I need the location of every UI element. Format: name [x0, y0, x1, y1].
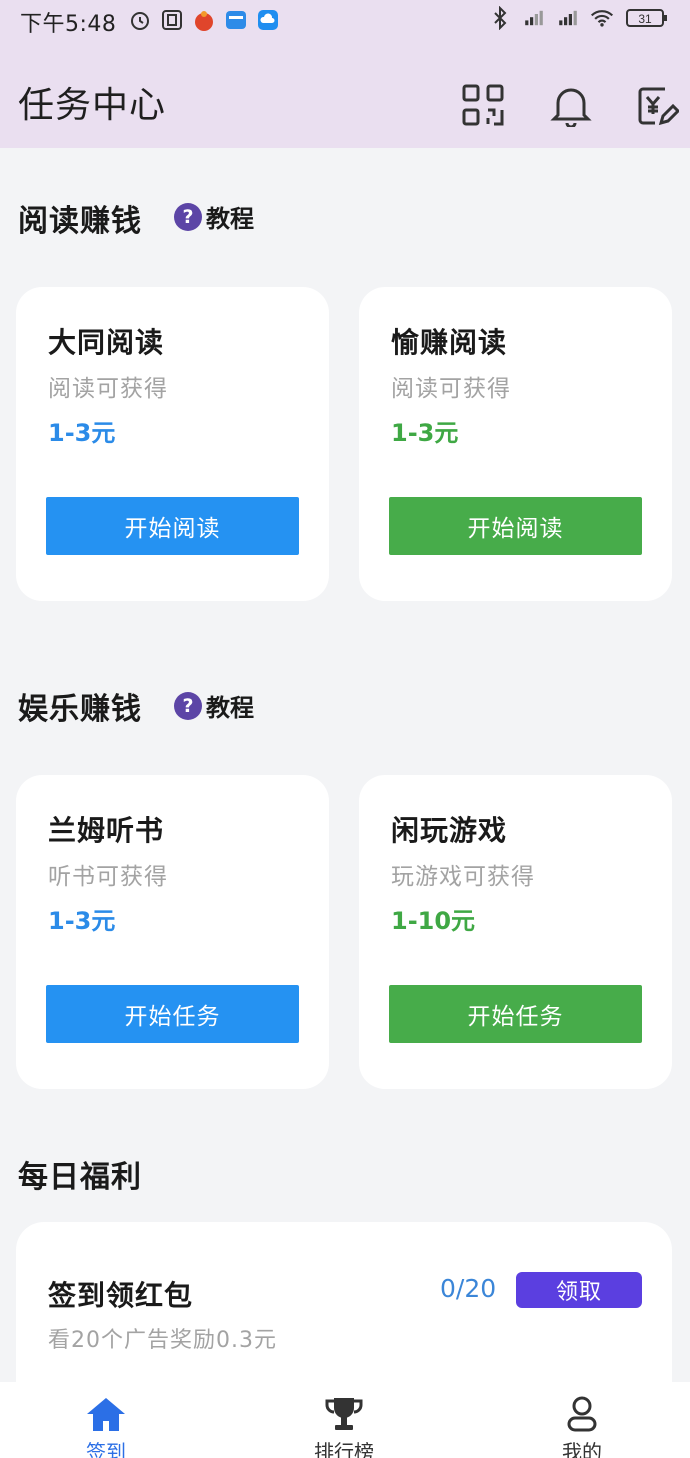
red-app-icon: [192, 8, 216, 32]
card-title: 愉赚阅读: [391, 326, 508, 359]
battery-level: 31: [638, 12, 652, 26]
trophy-icon: [322, 1394, 366, 1434]
start-reading-button[interactable]: 开始阅读: [46, 497, 299, 555]
start-task-button[interactable]: 开始任务: [389, 985, 642, 1043]
yuan-edit-icon[interactable]: [634, 82, 680, 128]
card-title: 兰姆听书: [48, 814, 165, 847]
card-subtitle: 听书可获得: [48, 864, 168, 890]
daily-item-title: 签到领红包: [48, 1279, 194, 1312]
section-title-daily: 每日福利: [18, 1160, 142, 1195]
section-title-entertainment: 娱乐赚钱: [18, 692, 142, 727]
alarm-icon: [128, 8, 152, 32]
app-notification-icon: [160, 8, 184, 32]
bottom-nav: 签到 排行榜 我的: [0, 1382, 690, 1458]
card-reward-amount: 1-3元: [391, 419, 459, 447]
blue-app-icon: [224, 8, 248, 32]
section-title-reading: 阅读赚钱: [18, 204, 142, 239]
card-reward-amount: 1-10元: [391, 907, 476, 935]
tutorial-label: 教程: [206, 205, 254, 233]
tutorial-link-reading[interactable]: ? 教程: [174, 199, 254, 234]
card-title: 闲玩游戏: [391, 814, 508, 847]
card-reward-amount: 1-3元: [48, 419, 116, 447]
card-title: 大同阅读: [48, 326, 165, 359]
nav-item-checkin[interactable]: 签到: [46, 1394, 166, 1458]
nav-label: 排行榜: [314, 1440, 374, 1458]
status-left-icons: [128, 8, 280, 32]
start-reading-button[interactable]: 开始阅读: [389, 497, 642, 555]
home-icon: [84, 1394, 128, 1434]
signal-icon-2: [556, 6, 580, 30]
claim-button[interactable]: 领取: [516, 1272, 642, 1308]
task-card-xianwan-games: 闲玩游戏 玩游戏可获得 1-10元 开始任务: [359, 775, 672, 1089]
tutorial-label: 教程: [206, 694, 254, 722]
card-subtitle: 阅读可获得: [391, 376, 511, 402]
nav-item-leaderboard[interactable]: 排行榜: [284, 1394, 404, 1458]
user-icon: [560, 1394, 604, 1434]
card-subtitle: 玩游戏可获得: [391, 864, 535, 890]
nav-item-profile[interactable]: 我的: [522, 1394, 642, 1458]
task-card-yuzhuan-reading: 愉赚阅读 阅读可获得 1-3元 开始阅读: [359, 287, 672, 601]
task-card-datong-reading: 大同阅读 阅读可获得 1-3元 开始阅读: [16, 287, 329, 601]
card-subtitle: 阅读可获得: [48, 376, 168, 402]
qr-code-icon[interactable]: [460, 82, 506, 128]
question-icon: ?: [174, 691, 202, 720]
bell-icon[interactable]: [548, 82, 594, 128]
wifi-icon: [590, 6, 614, 30]
tutorial-link-entertainment[interactable]: ? 教程: [174, 688, 254, 723]
status-right-icons: 31: [488, 6, 670, 30]
bluetooth-icon: [488, 6, 512, 30]
signal-icon: [522, 6, 546, 30]
cloud-app-icon: [256, 8, 280, 32]
question-icon: ?: [174, 202, 202, 231]
start-task-button[interactable]: 开始任务: [46, 985, 299, 1043]
status-bar: 下午5:48 31: [0, 0, 690, 42]
task-card-lanmu-audiobook: 兰姆听书 听书可获得 1-3元 开始任务: [16, 775, 329, 1089]
status-time: 下午5:48: [20, 12, 117, 37]
nav-label: 我的: [562, 1440, 602, 1458]
card-reward-amount: 1-3元: [48, 907, 116, 935]
page-title: 任务中心: [18, 85, 167, 126]
daily-progress: 0/20: [440, 1274, 497, 1303]
nav-label: 签到: [86, 1440, 126, 1458]
battery-icon: 31: [624, 6, 670, 30]
daily-item-subtitle: 看20个广告奖励0.3元: [48, 1328, 277, 1353]
top-bar: 下午5:48 31 任务中心: [0, 0, 690, 148]
